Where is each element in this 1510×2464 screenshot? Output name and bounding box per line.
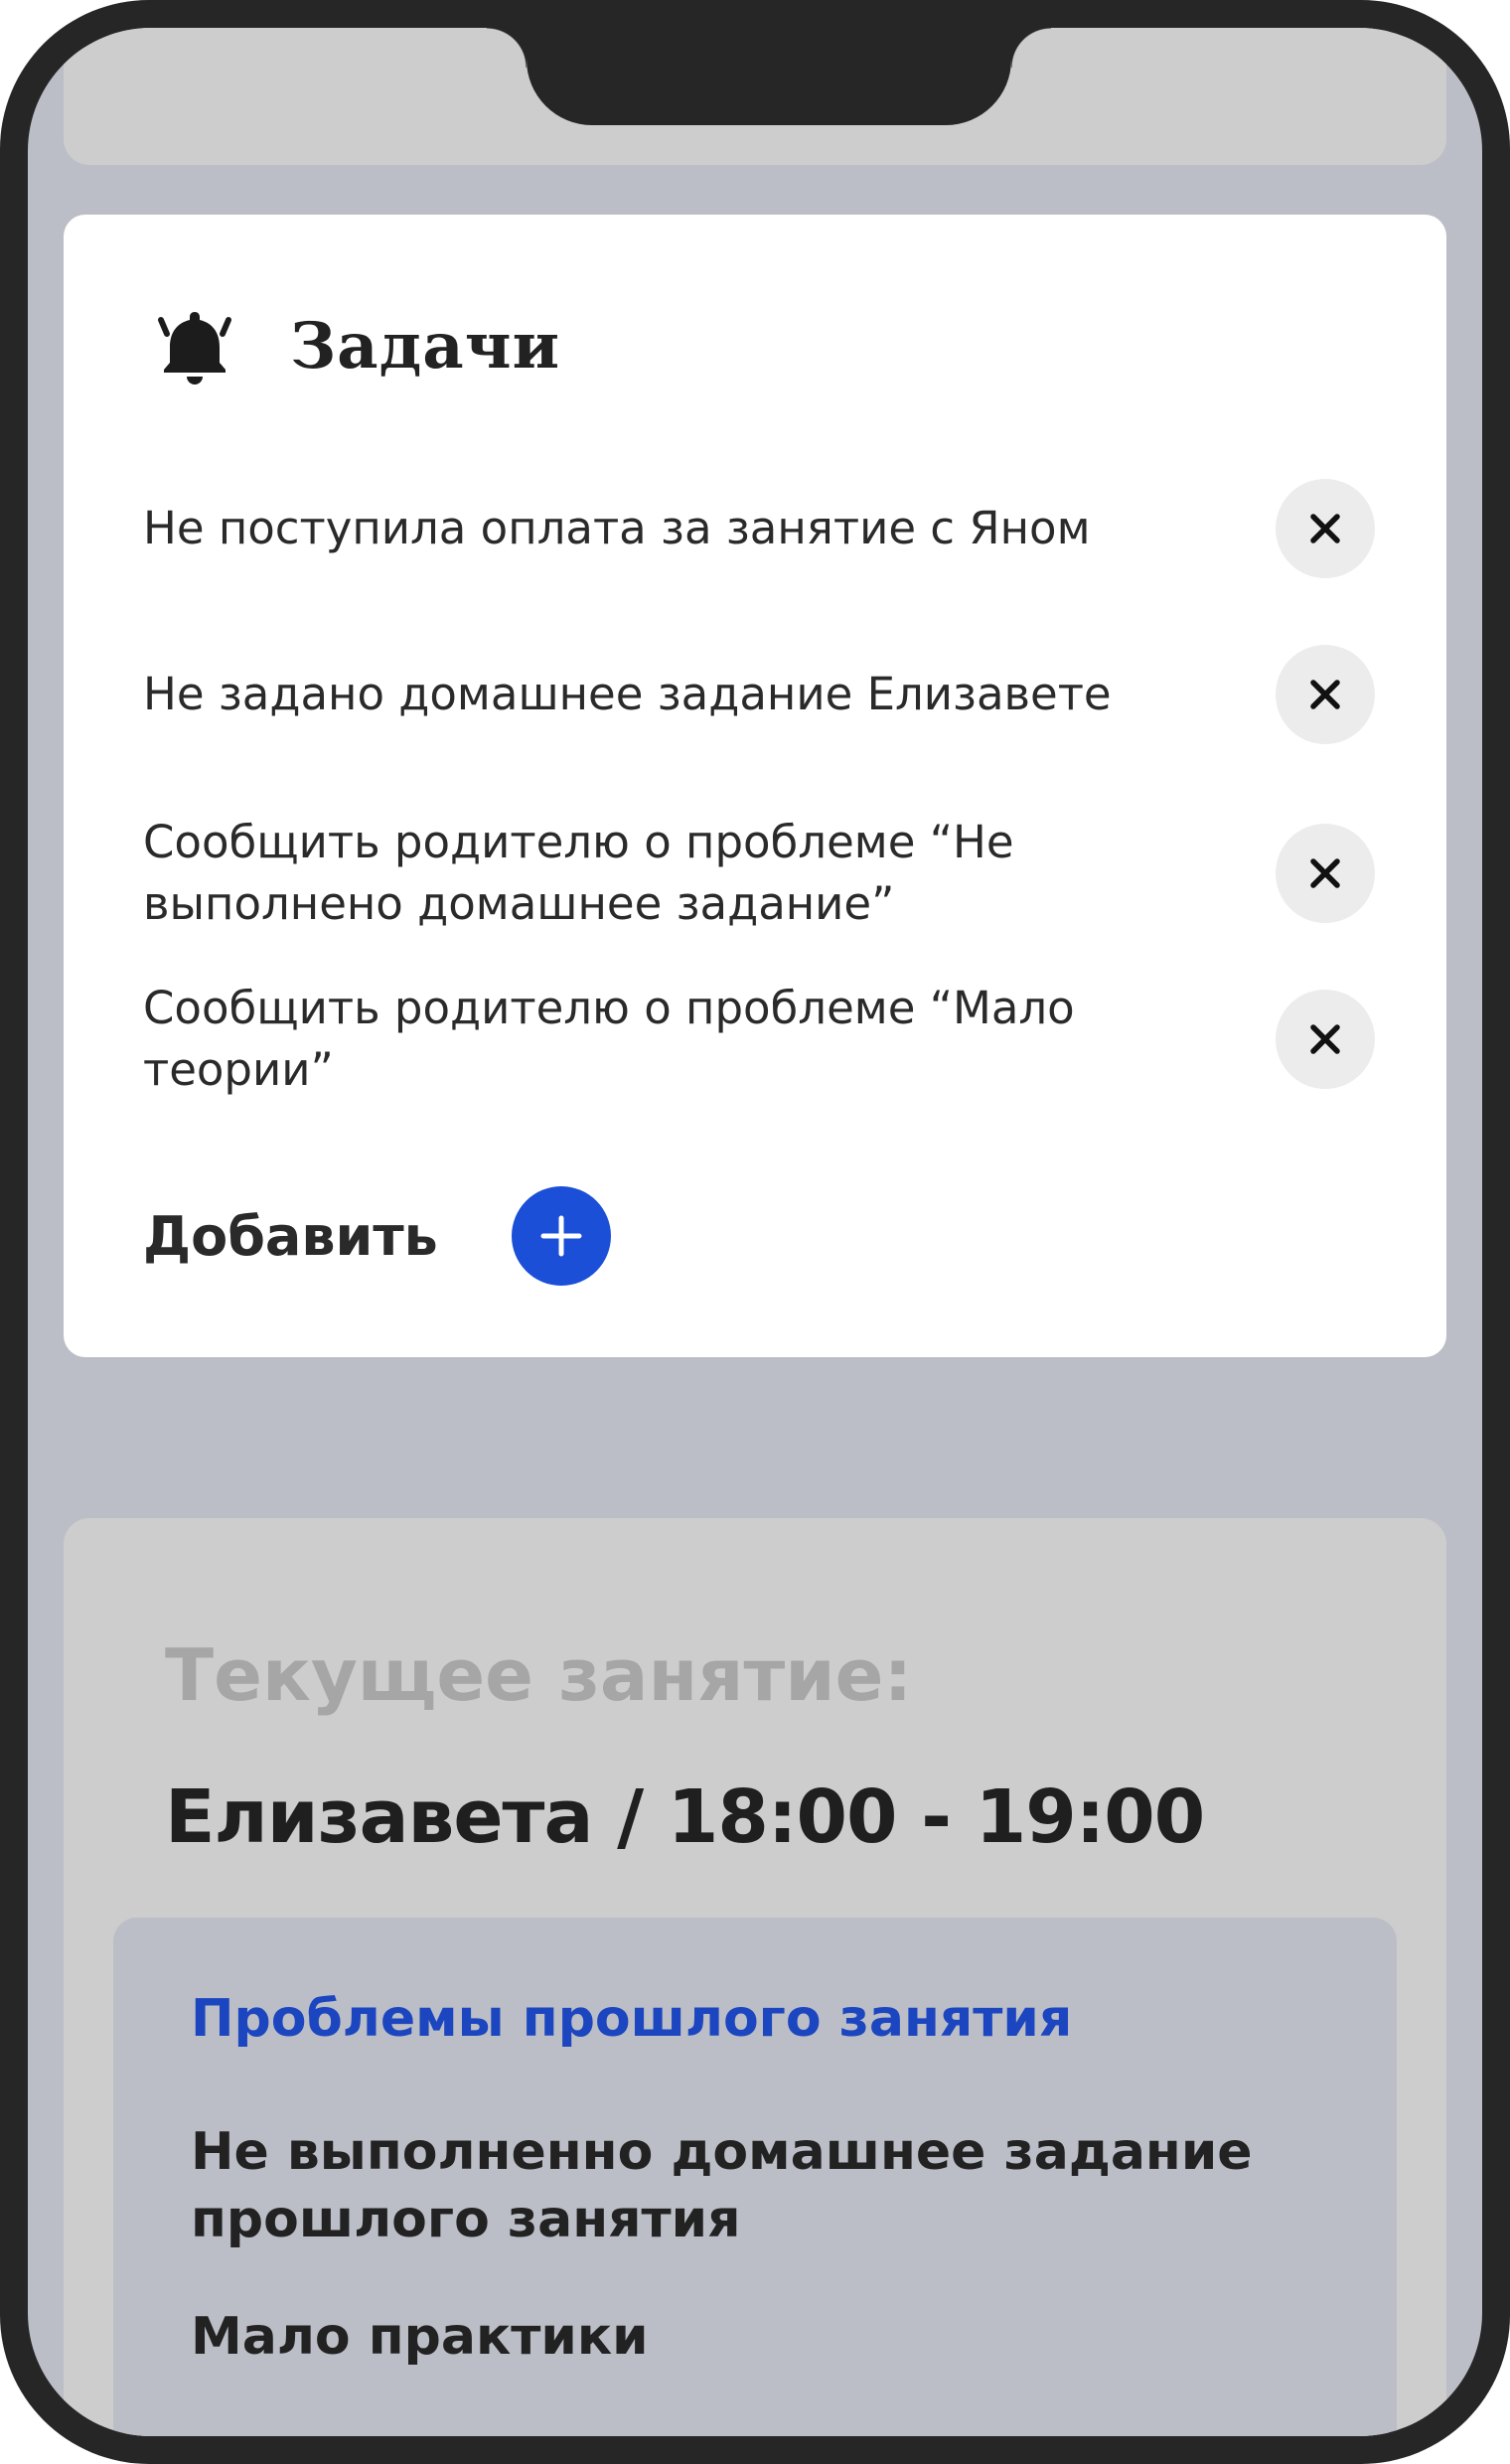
current-lesson-label: Текущее занятие: <box>165 1633 913 1717</box>
dismiss-task-button[interactable] <box>1276 645 1375 744</box>
dismiss-task-button[interactable] <box>1276 824 1375 923</box>
phone-frame: Задачи Не поступила оплата за занятие с … <box>0 0 1510 2464</box>
close-icon <box>1310 858 1340 888</box>
previous-lesson-problems-panel: Проблемы прошлого занятия Не выполненно … <box>113 1918 1397 2436</box>
close-icon <box>1310 1024 1340 1054</box>
task-item: Сообщить родителю о проблеме “Мало теори… <box>143 978 1375 1101</box>
device-notch <box>487 28 1051 125</box>
task-text: Не задано домашнее задание Елизавете <box>143 668 1112 720</box>
dismiss-task-button[interactable] <box>1276 990 1375 1089</box>
current-lesson-info: Елизавета / 18:00 - 19:00 <box>165 1774 1205 1860</box>
problem-item: Не выполненно домашнее задание прошлого … <box>191 2122 1253 2249</box>
task-item: Сообщить родителю о проблеме “Не выполне… <box>143 812 1375 935</box>
problem-item: Мало практики <box>191 2307 649 2367</box>
task-item: Не поступила оплата за занятие с Яном <box>143 479 1375 578</box>
dismiss-task-button[interactable] <box>1276 479 1375 578</box>
task-text: Сообщить родителю о проблеме “Не выполне… <box>143 816 1014 930</box>
problems-title: Проблемы прошлого занятия <box>191 1989 1073 2049</box>
bell-icon <box>147 298 242 393</box>
task-text: Не поступила оплата за занятие с Яном <box>143 502 1091 554</box>
add-task-label[interactable]: Добавить <box>143 1205 438 1268</box>
tasks-title: Задачи <box>290 308 561 384</box>
task-text: Сообщить родителю о проблеме “Мало теори… <box>143 982 1075 1096</box>
close-icon <box>1310 680 1340 709</box>
tasks-card: Задачи Не поступила оплата за занятие с … <box>64 215 1446 1357</box>
tasks-header: Задачи <box>147 296 560 395</box>
current-lesson-card: Текущее занятие: Елизавета / 18:00 - 19:… <box>64 1518 1446 2436</box>
task-item: Не задано домашнее задание Елизавете <box>143 645 1375 744</box>
add-task-button[interactable] <box>511 1186 611 1286</box>
app-screen: Задачи Не поступила оплата за занятие с … <box>28 28 1482 2436</box>
close-icon <box>1310 514 1340 543</box>
plus-icon <box>540 1215 582 1257</box>
add-task-row: Добавить <box>143 1186 611 1286</box>
